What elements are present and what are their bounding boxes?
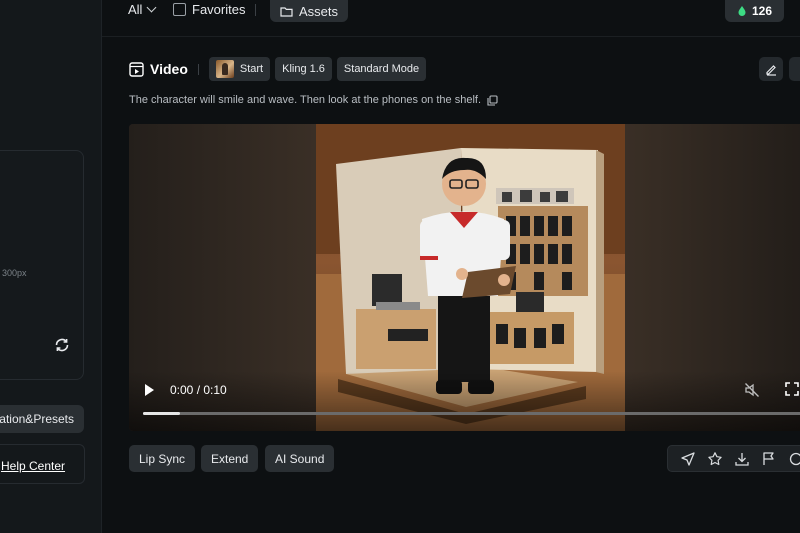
filter-label: All xyxy=(128,2,143,17)
result-toolbar xyxy=(667,445,800,472)
help-center-link[interactable]: Help Center xyxy=(1,459,65,473)
seek-progress xyxy=(143,412,180,415)
ai-sound-button[interactable]: AI Sound xyxy=(265,445,335,472)
copy-icon[interactable] xyxy=(487,94,498,106)
presets-button[interactable]: Generation&Presets xyxy=(0,405,84,433)
favorites-checkbox[interactable] xyxy=(173,3,186,16)
size-hint: 300px xyxy=(2,268,27,278)
settings-card xyxy=(0,150,84,380)
refresh-icon[interactable] xyxy=(53,336,71,354)
presets-label: Generation&Presets xyxy=(0,412,74,426)
divider xyxy=(255,4,256,16)
flag-icon[interactable] xyxy=(761,451,777,467)
time-display: 0:00 / 0:10 xyxy=(170,383,227,397)
share-icon[interactable] xyxy=(680,451,696,467)
assets-button[interactable]: Assets xyxy=(270,0,349,22)
coin-icon xyxy=(738,6,746,16)
top-bar: All Favorites Assets 126 xyxy=(102,0,800,37)
start-frame-tag[interactable]: Start xyxy=(208,57,271,81)
tag-start: Start xyxy=(239,63,264,75)
fullscreen-icon[interactable] xyxy=(785,382,799,396)
mode-tag: Standard Mode xyxy=(336,57,427,81)
star-icon[interactable] xyxy=(707,451,723,467)
download-icon[interactable] xyxy=(734,451,750,467)
edit-icon xyxy=(765,64,776,76)
extend-button[interactable]: Extend xyxy=(201,445,259,472)
video-icon xyxy=(129,61,144,77)
assets-label: Assets xyxy=(299,3,339,19)
play-icon[interactable] xyxy=(145,384,154,396)
lip-sync-button[interactable]: Lip Sync xyxy=(129,445,196,472)
video-title-text: Video xyxy=(150,61,188,77)
left-panel: 300px Generation&Presets Help Center xyxy=(0,0,102,533)
start-frame-thumbnail xyxy=(215,60,234,78)
credits-count: 126 xyxy=(752,4,773,18)
tag-model: Kling 1.6 xyxy=(282,63,325,75)
filter-dropdown[interactable]: All xyxy=(128,2,157,17)
video-title: Video xyxy=(129,61,188,77)
prompt-text: The character will smile and wave. Then … xyxy=(129,94,481,106)
video-header: Video Start Kling 1.6 Standard Mode xyxy=(129,57,431,81)
more-icon[interactable] xyxy=(788,451,800,467)
video-player[interactable]: 0:00 / 0:10 xyxy=(129,124,800,431)
mute-icon[interactable] xyxy=(744,382,760,398)
more-button[interactable] xyxy=(789,57,800,81)
model-tag: Kling 1.6 xyxy=(275,57,332,81)
favorites-toggle[interactable]: Favorites xyxy=(173,2,245,17)
credits-badge[interactable]: 126 xyxy=(725,0,785,22)
edit-button[interactable] xyxy=(759,57,783,81)
controls-shade xyxy=(129,371,800,431)
prompt-row: The character will smile and wave. Then … xyxy=(129,94,498,106)
tag-mode: Standard Mode xyxy=(343,63,420,75)
divider xyxy=(197,63,199,75)
folder-icon xyxy=(280,6,293,17)
chevron-down-icon xyxy=(147,2,157,13)
app-root: 300px Generation&Presets Help Center All… xyxy=(0,0,800,533)
favorites-label: Favorites xyxy=(192,2,246,17)
seek-bar[interactable] xyxy=(143,412,800,415)
